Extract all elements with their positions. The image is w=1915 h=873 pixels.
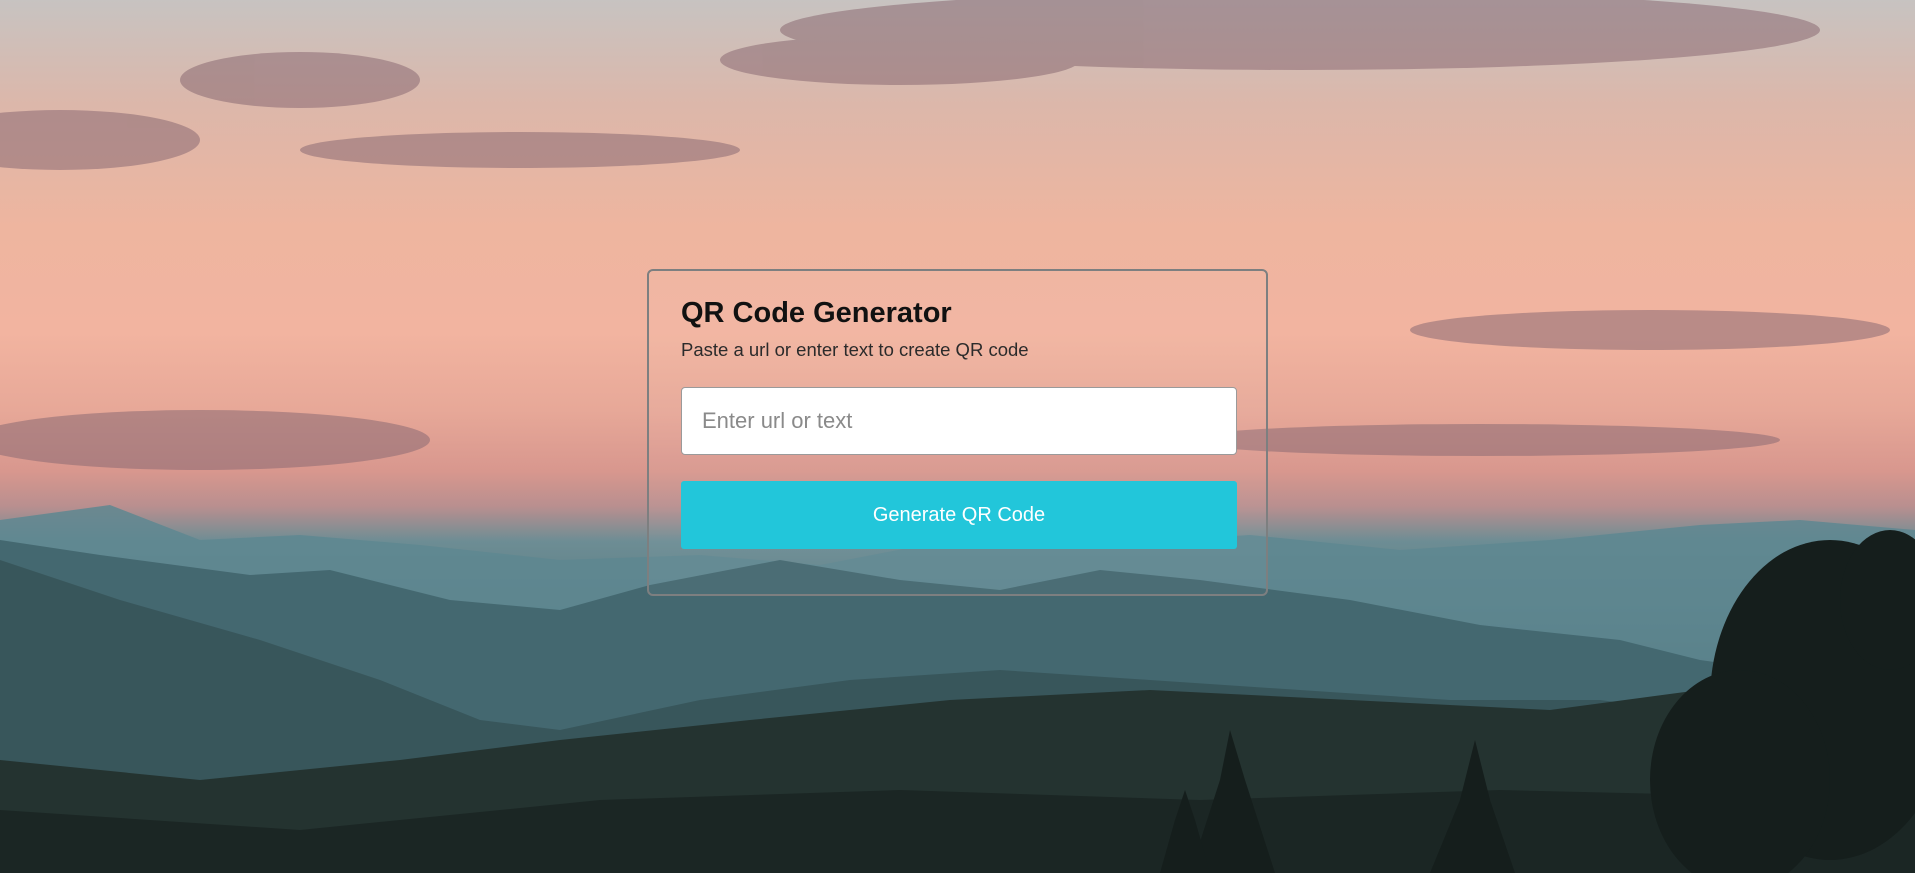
page-title: QR Code Generator xyxy=(681,297,952,329)
generate-qr-code-button[interactable]: Generate QR Code xyxy=(681,481,1237,549)
url-text-input[interactable] xyxy=(681,387,1237,455)
page-subtitle: Paste a url or enter text to create QR c… xyxy=(681,339,1029,360)
qr-generator-card: QR Code Generator Paste a url or enter t… xyxy=(647,269,1268,596)
